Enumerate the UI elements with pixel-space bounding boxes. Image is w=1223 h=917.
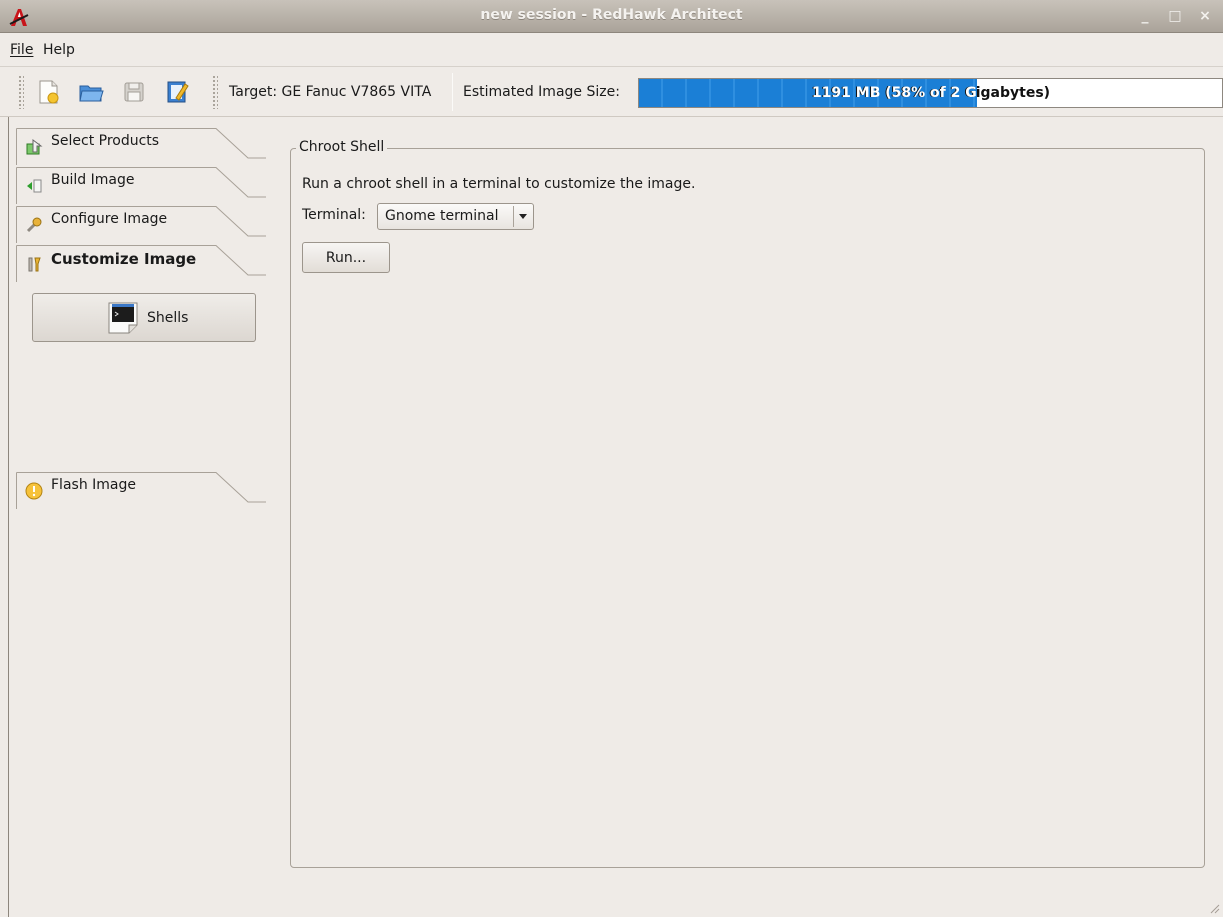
customize-tools-icon bbox=[28, 257, 41, 272]
tab-select-products[interactable]: Select Products bbox=[16, 128, 266, 166]
progress-text-overlay: 1191 MB (58% of 2 Gigabytes) bbox=[639, 79, 977, 107]
save-session-icon bbox=[124, 82, 144, 102]
edit-session-icon bbox=[167, 81, 189, 103]
window-title: new session - RedHawk Architect bbox=[480, 7, 743, 23]
group-title: Chroot Shell bbox=[296, 139, 388, 155]
new-session-icon bbox=[39, 80, 59, 104]
tab-build-image[interactable]: Build Image bbox=[16, 167, 266, 205]
menu-file[interactable]: File bbox=[10, 42, 33, 58]
tab-select-products-label: Select Products bbox=[51, 133, 160, 149]
edit-session-button[interactable] bbox=[161, 76, 193, 108]
open-session-button[interactable] bbox=[75, 76, 107, 108]
shells-button[interactable]: Shells bbox=[32, 293, 256, 342]
shells-button-label: Shells bbox=[147, 310, 189, 326]
estimated-size-label: Estimated Image Size: bbox=[463, 84, 620, 100]
menu-file-label: File bbox=[10, 42, 34, 58]
terminal-icon bbox=[108, 302, 138, 334]
open-session-icon bbox=[79, 85, 104, 102]
chevron-down-icon[interactable] bbox=[519, 214, 527, 219]
toolbar-grip-handle[interactable] bbox=[18, 75, 24, 109]
progress-text-inverse: 1191 MB (58% of 2 Gigabytes) bbox=[811, 85, 977, 101]
tab-configure-image[interactable]: Configure Image bbox=[16, 206, 266, 244]
flash-icon bbox=[25, 482, 43, 500]
menu-bar: File Help bbox=[0, 33, 1223, 67]
toolbar-grip-handle-2[interactable] bbox=[212, 75, 218, 109]
terminal-select[interactable]: Gnome terminal bbox=[377, 203, 534, 230]
tab-customize-image[interactable]: Customize Image bbox=[16, 245, 266, 283]
tab-flash-image[interactable]: Flash Image bbox=[16, 472, 266, 510]
combo-divider bbox=[513, 206, 514, 227]
chroot-shell-group bbox=[290, 148, 1205, 868]
resize-grip-icon[interactable] bbox=[1208, 902, 1220, 914]
build-image-icon bbox=[27, 179, 42, 193]
title-bar[interactable]: new session - RedHawk Architect _ □ × bbox=[0, 0, 1223, 33]
new-session-button[interactable] bbox=[32, 76, 64, 108]
run-button[interactable]: Run... bbox=[302, 242, 390, 273]
menu-help-label: Help bbox=[43, 42, 75, 58]
tab-build-image-label: Build Image bbox=[51, 172, 135, 188]
select-products-icon bbox=[26, 139, 43, 155]
description-text: Run a chroot shell in a terminal to cust… bbox=[302, 176, 696, 192]
tab-configure-image-label: Configure Image bbox=[51, 211, 168, 227]
terminal-select-value: Gnome terminal bbox=[385, 208, 499, 224]
tab-flash-image-label: Flash Image bbox=[51, 477, 136, 493]
wrench-icon bbox=[26, 217, 42, 233]
toolbar-separator bbox=[452, 73, 453, 111]
maximize-button[interactable]: □ bbox=[1167, 8, 1183, 24]
target-label: Target: GE Fanuc V7865 VITA bbox=[229, 84, 432, 100]
terminal-label: Terminal: bbox=[302, 207, 366, 223]
image-size-progress-bar: 1191 MB (58% of 2 Gigabytes) 1191 MB (58… bbox=[638, 78, 1223, 108]
menu-help[interactable]: Help bbox=[43, 42, 75, 58]
window-left-border bbox=[8, 117, 9, 917]
close-button[interactable]: × bbox=[1197, 8, 1213, 24]
save-session-button[interactable] bbox=[118, 76, 150, 108]
minimize-button[interactable]: _ bbox=[1137, 8, 1153, 24]
tab-customize-image-label: Customize Image bbox=[51, 250, 197, 268]
